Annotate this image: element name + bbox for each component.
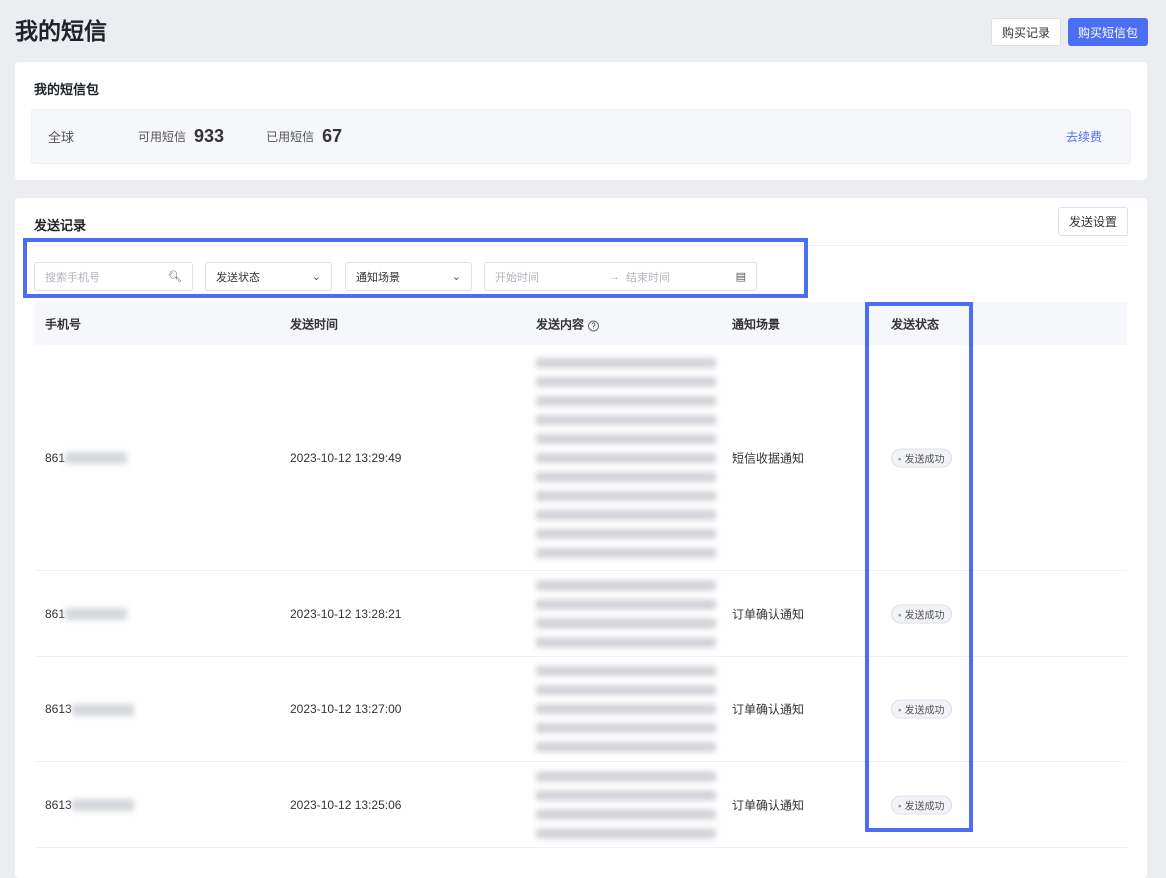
time-cell: 2023-10-12 13:27:00 [290, 702, 402, 716]
end-date-input[interactable]: 结束时间 [626, 269, 670, 285]
phone-prefix: 861 [45, 606, 66, 621]
phone-prefix: 8613 [45, 797, 72, 812]
available-label: 可用短信 [138, 130, 187, 144]
phone-search-input[interactable]: 搜索手机号 🔍︎ [34, 262, 193, 291]
redacted-phone [65, 452, 128, 465]
scene-cell: 订单确认通知 [732, 702, 805, 717]
phone-cell: 861 [45, 450, 128, 465]
time-cell: 2023-10-12 13:29:49 [290, 450, 402, 465]
redacted-phone [65, 608, 128, 621]
redacted-content [536, 762, 716, 847]
page-title: 我的短信 [15, 18, 107, 44]
status-badge: 发送成功 [891, 795, 952, 814]
table-header: 手机号 发送时间 发送内容? 通知场景 发送状态 [35, 302, 1127, 345]
status-badge: 发送成功 [891, 699, 952, 719]
redacted-phone [71, 703, 134, 716]
package-summary: 全球 可用短信 933 已用短信 67 去续费 [31, 109, 1131, 164]
chevron-down-icon: ⌄ [451, 271, 461, 283]
phone-cell: 8613 [45, 798, 134, 812]
phone-cell: 8613 [45, 702, 134, 716]
date-range-picker[interactable]: 开始时间 → 结束时间 ▤ [484, 262, 757, 291]
phone-prefix: 8613 [45, 702, 72, 716]
status-badge: 发送成功 [891, 604, 952, 623]
renew-link[interactable]: 去续费 [1066, 128, 1102, 145]
scene-cell: 订单确认通知 [732, 798, 805, 812]
redacted-content [536, 349, 716, 567]
time-cell: 2023-10-12 13:25:06 [290, 797, 402, 812]
scene-select-value: 通知场景 [356, 271, 400, 284]
used-label: 已用短信 [266, 130, 315, 144]
divider [31, 245, 1128, 246]
phone-placeholder: 搜索手机号 [45, 271, 100, 284]
start-date-input[interactable]: 开始时间 [495, 269, 539, 285]
calendar-icon: ▤ [735, 271, 746, 283]
region: 全球 [48, 130, 75, 145]
send-settings-button[interactable]: 发送设置 [1058, 207, 1128, 236]
purchase-history-button[interactable]: 购买记录 [991, 18, 1061, 46]
time-cell: 2023-10-12 13:28:21 [290, 606, 402, 621]
column-content-label: 发送内容 [536, 317, 585, 331]
buy-package-button[interactable]: 购买短信包 [1068, 18, 1148, 46]
search-icon: 🔍︎ [168, 271, 182, 283]
redacted-phone [71, 799, 134, 812]
arrow-icon: → [609, 270, 620, 283]
column-phone: 手机号 [45, 317, 82, 331]
help-icon[interactable]: ? [588, 320, 600, 331]
column-time: 发送时间 [290, 317, 339, 331]
chevron-down-icon: ⌄ [311, 271, 321, 283]
status-badge: 发送成功 [891, 448, 952, 467]
records-table: 手机号 发送时间 发送内容? 通知场景 发送状态 861 2023-10-12 … [35, 302, 1127, 848]
table-row: 8613 2023-10-12 13:27:00 订单确认通知 发送成功 [35, 657, 1127, 762]
scene-cell: 订单确认通知 [732, 607, 805, 621]
used-count: 67 [322, 126, 343, 146]
redacted-content [536, 657, 716, 761]
redacted-content [536, 571, 716, 656]
table-row: 861 2023-10-12 13:29:49 短信收据通知 发送成功 [35, 345, 1127, 571]
table-row: 8613 2023-10-12 13:25:06 订单确认通知 发送成功 [35, 762, 1127, 848]
table-row: 861 2023-10-12 13:28:21 订单确认通知 发送成功 [35, 571, 1127, 657]
package-card: 我的短信包 全球 可用短信 933 已用短信 67 去续费 [15, 62, 1147, 180]
status-select[interactable]: 发送状态 ⌄ [205, 262, 332, 291]
package-title: 我的短信包 [34, 82, 100, 97]
scene-select[interactable]: 通知场景 ⌄ [345, 262, 472, 291]
status-select-value: 发送状态 [216, 271, 260, 284]
phone-cell: 861 [45, 606, 128, 621]
phone-prefix: 861 [45, 450, 66, 465]
scene-cell: 短信收据通知 [732, 451, 805, 465]
column-status: 发送状态 [891, 317, 940, 331]
available-count: 933 [194, 126, 225, 146]
records-title: 发送记录 [34, 218, 87, 233]
column-content: 发送内容? [536, 315, 600, 332]
column-scene: 通知场景 [732, 317, 781, 331]
records-card: 发送记录 发送设置 搜索手机号 🔍︎ 发送状态 ⌄ 通知场景 ⌄ 开始时间 → … [15, 198, 1147, 878]
